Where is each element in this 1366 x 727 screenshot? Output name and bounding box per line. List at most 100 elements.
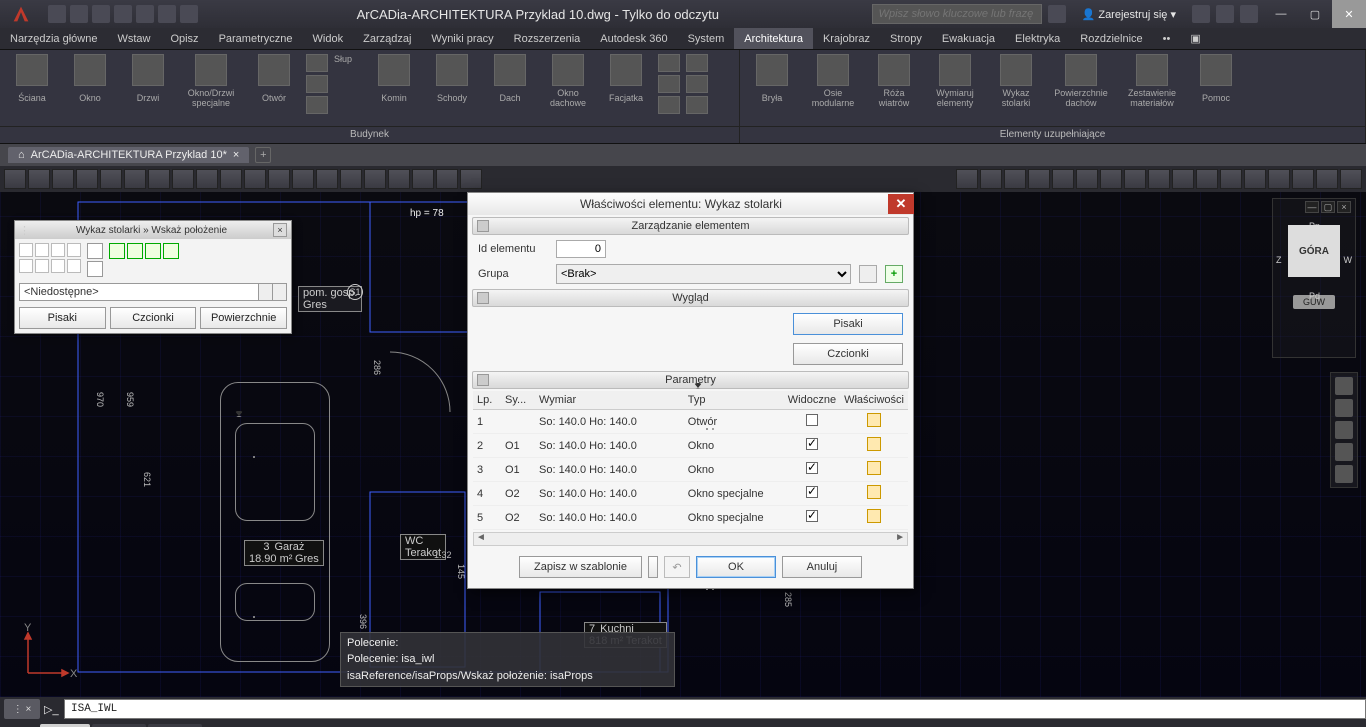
m5-icon[interactable] <box>686 75 708 93</box>
dlg-btn-czcionki[interactable]: Czcionki <box>793 343 903 365</box>
side1-icon[interactable] <box>87 243 103 259</box>
tab-narzedzia[interactable]: Narzędzia główne <box>0 28 107 49</box>
btn-oknodrzwi[interactable]: Okno/Drzwi specjalne <box>180 54 242 110</box>
undo-icon[interactable]: ↶ <box>664 556 690 578</box>
slup3-icon[interactable] <box>306 96 328 114</box>
properties-icon[interactable] <box>867 509 881 523</box>
qat-saveas-icon[interactable] <box>114 5 132 23</box>
palette-combo-dd1-icon[interactable] <box>259 283 273 301</box>
ts-icon[interactable] <box>388 169 410 189</box>
grupa-add-button[interactable]: + <box>885 265 903 283</box>
ts-icon[interactable] <box>1316 169 1338 189</box>
ts-icon[interactable] <box>1124 169 1146 189</box>
maximize-button[interactable]: ▢ <box>1298 0 1332 28</box>
properties-icon[interactable] <box>867 485 881 499</box>
btn-dach[interactable]: Dach <box>484 54 536 110</box>
cmd-input[interactable] <box>64 699 1366 719</box>
viewcube[interactable]: GÓRA <box>1288 225 1340 277</box>
cmd-handle-icon[interactable]: ⋮ × <box>4 699 40 719</box>
nav-wheel-icon[interactable] <box>1335 377 1353 395</box>
nav-pan-icon[interactable] <box>1335 399 1353 417</box>
ts-icon[interactable] <box>292 169 314 189</box>
btn-roza[interactable]: Róża wiatrów <box>868 54 920 110</box>
nav-orbit-icon[interactable] <box>1335 443 1353 461</box>
table-row[interactable]: 1So: 140.0 Ho: 140.0Otwór <box>473 410 908 434</box>
btn-zapisz-szablon[interactable]: Zapisz w szablonie <box>519 556 642 578</box>
snap3-icon[interactable] <box>51 243 65 257</box>
sel2-icon[interactable] <box>127 243 143 259</box>
tab-parametryczne[interactable]: Parametryczne <box>209 28 303 49</box>
side2-icon[interactable] <box>87 261 103 277</box>
table-row[interactable]: 3O1So: 140.0 Ho: 140.0Okno <box>473 458 908 482</box>
tab-ewakuacja[interactable]: Ewakuacja <box>932 28 1005 49</box>
ts-icon[interactable] <box>1196 169 1218 189</box>
table-row[interactable]: 2O1So: 140.0 Ho: 140.0Okno <box>473 434 908 458</box>
ts-icon[interactable] <box>364 169 386 189</box>
qat-open-icon[interactable] <box>70 5 88 23</box>
properties-icon[interactable] <box>867 413 881 427</box>
ts-icon[interactable] <box>4 169 26 189</box>
properties-icon[interactable] <box>867 437 881 451</box>
palette-btn-czcionki[interactable]: Czcionki <box>110 307 197 329</box>
ts-icon[interactable] <box>196 169 218 189</box>
qat-save-icon[interactable] <box>92 5 110 23</box>
m1-icon[interactable] <box>658 54 680 72</box>
col-wid[interactable]: Widoczne <box>784 391 840 410</box>
btn-okno-dachowe[interactable]: Okno dachowe <box>542 54 594 110</box>
ts-icon[interactable] <box>1028 169 1050 189</box>
ts-icon[interactable] <box>316 169 338 189</box>
snap4-icon[interactable] <box>67 243 81 257</box>
help-icon[interactable] <box>1240 5 1258 23</box>
tab-rozszerzenia[interactable]: Rozszerzenia <box>504 28 591 49</box>
m3-icon[interactable] <box>658 96 680 114</box>
table-hscroll[interactable] <box>473 532 908 546</box>
visibility-checkbox[interactable] <box>806 510 818 522</box>
tab-krajobraz[interactable]: Krajobraz <box>813 28 880 49</box>
user-signin[interactable]: 👤 Zarejestruj się ▾ <box>1072 8 1186 21</box>
tab-more-icon[interactable]: •• <box>1153 28 1181 49</box>
ts-icon[interactable] <box>1340 169 1362 189</box>
app-logo[interactable] <box>0 0 42 28</box>
qat-new-icon[interactable] <box>48 5 66 23</box>
file-tab-active[interactable]: ⌂ ArCADia-ARCHITEKTURA Przyklad 10* × <box>8 147 249 163</box>
btn-bryla[interactable]: Bryła <box>746 54 798 110</box>
group-wyglad[interactable]: Wygląd <box>472 289 909 307</box>
ts-icon[interactable] <box>52 169 74 189</box>
ts-icon[interactable] <box>956 169 978 189</box>
m4-icon[interactable] <box>686 54 708 72</box>
drawing-canvas[interactable]: hp = 78 pom. gosp.Gres S1 970 959 621 28… <box>0 192 1366 697</box>
m6-icon[interactable] <box>686 96 708 114</box>
tab-wstaw[interactable]: Wstaw <box>107 28 160 49</box>
ts-icon[interactable] <box>124 169 146 189</box>
tab-wyniki[interactable]: Wyniki pracy <box>421 28 503 49</box>
btn-zapisz-dd[interactable] <box>648 556 658 578</box>
btn-drzwi[interactable]: Drzwi <box>122 54 174 110</box>
ts-icon[interactable] <box>268 169 290 189</box>
exchange-icon[interactable] <box>1192 5 1210 23</box>
m2-icon[interactable] <box>658 75 680 93</box>
sel1-icon[interactable] <box>109 243 125 259</box>
tab-opisz[interactable]: Opisz <box>160 28 208 49</box>
properties-icon[interactable] <box>867 461 881 475</box>
grupa-browse-icon[interactable] <box>859 265 877 283</box>
vc-close-icon[interactable]: × <box>1337 201 1351 213</box>
btn-okno[interactable]: Okno <box>64 54 116 110</box>
help-search-input[interactable] <box>872 4 1042 24</box>
btn-facjatka[interactable]: Facjatka <box>600 54 652 110</box>
visibility-checkbox[interactable] <box>806 438 818 450</box>
snap6-icon[interactable] <box>35 259 49 273</box>
btn-powdach[interactable]: Powierzchnie dachów <box>1048 54 1114 110</box>
input-id[interactable] <box>556 240 606 258</box>
btn-wymiaruj[interactable]: Wymiaruj elementy <box>926 54 984 110</box>
ts-icon[interactable] <box>28 169 50 189</box>
ts-icon[interactable] <box>244 169 266 189</box>
col-lp[interactable]: Lp. <box>473 391 501 410</box>
group-parametry[interactable]: Parametry <box>472 371 909 389</box>
col-wymiar[interactable]: Wymiar <box>535 391 684 410</box>
tab-elektryka[interactable]: Elektryka <box>1005 28 1070 49</box>
palette-combo-dd2-icon[interactable] <box>273 283 287 301</box>
tab-widok[interactable]: Widok <box>303 28 354 49</box>
btn-wykaz[interactable]: Wykaz stolarki <box>990 54 1042 110</box>
qat-plot-icon[interactable] <box>136 5 154 23</box>
ts-icon[interactable] <box>1004 169 1026 189</box>
